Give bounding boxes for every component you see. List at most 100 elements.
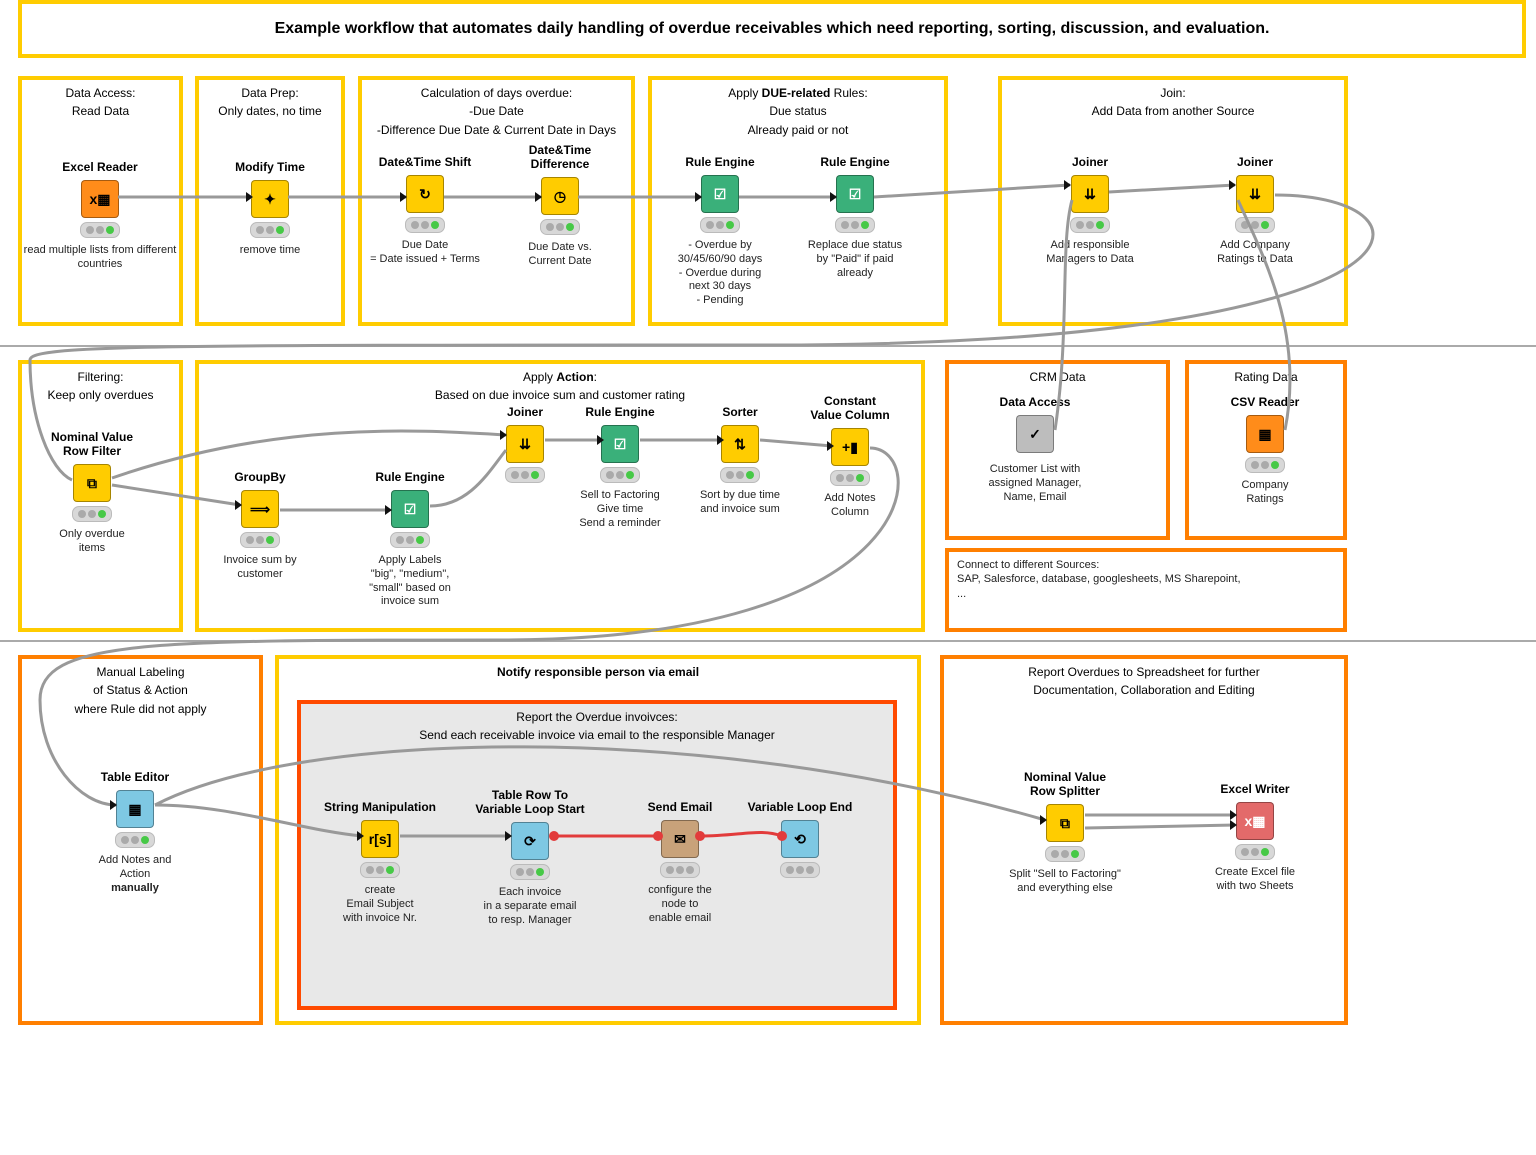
node-csv-reader[interactable]: CSV Reader ▦ Company Ratings — [1185, 395, 1345, 507]
traffic-light — [240, 532, 280, 548]
node-desc: Apply Labels "big", "medium", "small" ba… — [330, 554, 490, 609]
zone-title: Read Data — [30, 104, 171, 118]
node-title: Joiner — [1010, 155, 1170, 169]
zone-title: Filtering: — [30, 370, 171, 384]
traffic-light — [1045, 846, 1085, 862]
node-rule-engine-3[interactable]: Rule Engine ☑ Apply Labels "big", "mediu… — [330, 470, 490, 609]
wrench-icon: ✦ — [251, 180, 289, 218]
clock-shift-icon: ↻ — [406, 175, 444, 213]
traffic-light — [115, 832, 155, 848]
zone-title: where Rule did not apply — [30, 702, 251, 716]
zone-title: Report Overdues to Spreadsheet for furth… — [952, 665, 1336, 679]
rule-icon: ☑ — [701, 175, 739, 213]
node-data-access[interactable]: Data Access ✓ Customer List with assigne… — [955, 395, 1115, 504]
node-desc: Invoice sum by customer — [180, 554, 340, 582]
arrow-icon — [357, 831, 364, 841]
zone-title: Apply Action: — [207, 370, 913, 384]
arrow-icon — [535, 192, 542, 202]
arrow-icon — [110, 800, 117, 810]
clock-diff-icon: ◷ — [541, 177, 579, 215]
node-excel-writer[interactable]: Excel Writer x▦ Create Excel file with t… — [1175, 782, 1335, 894]
node-joiner-1[interactable]: Joiner ⇊ Add responsible Managers to Dat… — [1010, 155, 1170, 267]
join-icon: ⇊ — [1236, 175, 1274, 213]
node-constant-value-column[interactable]: Constant Value Column +▮ Add Notes Colum… — [770, 394, 930, 520]
addcol-icon: +▮ — [831, 428, 869, 466]
node-modify-time[interactable]: Modify Time ✦ remove time — [190, 160, 350, 258]
sources-note: Connect to different Sources: — [957, 558, 1335, 572]
join-icon: ⇊ — [1071, 175, 1109, 213]
page-title: Example workflow that automates daily ha… — [18, 0, 1526, 58]
node-joiner-2[interactable]: Joiner ⇊ Add Company Ratings to Data — [1175, 155, 1335, 267]
node-title: GroupBy — [180, 470, 340, 484]
arrow-icon — [500, 430, 507, 440]
zone-title: -Due Date — [370, 104, 623, 118]
node-rule-engine-2[interactable]: Rule Engine ☑ Replace due status by "Pai… — [775, 155, 935, 280]
arrow-icon — [1230, 820, 1237, 830]
zone-title: -Difference Due Date & Current Date in D… — [370, 123, 623, 137]
arrow-icon — [235, 500, 242, 510]
arrow-icon — [385, 505, 392, 515]
node-nominal-value-row-splitter[interactable]: Nominal Value Row Splitter ⧉ Split "Sell… — [985, 770, 1145, 896]
node-nominal-value-row-filter[interactable]: Nominal Value Row Filter ⧉ Only overdue … — [12, 430, 172, 556]
row-separator — [0, 345, 1536, 347]
node-desc: read multiple lists from different count… — [20, 244, 180, 272]
groupby-icon: ⟹ — [241, 490, 279, 528]
traffic-light — [80, 222, 120, 238]
zone-title: Only dates, no time — [207, 104, 333, 118]
traffic-light — [1235, 217, 1275, 233]
traffic-light — [405, 217, 445, 233]
node-datetime-diff[interactable]: Date&Time Difference ◷ Due Date vs. Curr… — [480, 143, 640, 269]
zone-title: Calculation of days overdue: — [370, 86, 623, 100]
node-variable-loop-end[interactable]: Variable Loop End ⟲ — [720, 800, 880, 884]
traffic-light — [1235, 844, 1275, 860]
node-desc: Due Date vs. Current Date — [480, 241, 640, 269]
join-icon: ⇊ — [506, 425, 544, 463]
zone-title: Notify responsible person via email — [287, 665, 909, 679]
node-desc: Customer List with assigned Manager, Nam… — [955, 463, 1115, 504]
node-title: Constant Value Column — [770, 394, 930, 422]
node-desc: Only overdue items — [12, 528, 172, 556]
excel-write-icon: x▦ — [1236, 802, 1274, 840]
node-excel-reader[interactable]: Excel Reader x▦ read multiple lists from… — [20, 160, 180, 272]
zone-title: Manual Labeling — [30, 665, 251, 679]
zone-title: Add Data from another Source — [1010, 104, 1336, 118]
traffic-light — [510, 864, 550, 880]
node-table-row-loop-start[interactable]: Table Row To Variable Loop Start ⟳ Each … — [450, 788, 610, 927]
workflow-canvas: Example workflow that automates daily ha… — [0, 0, 1536, 1155]
traffic-light — [250, 222, 290, 238]
traffic-light — [1245, 457, 1285, 473]
node-desc: Add Notes Column — [770, 492, 930, 520]
zone-title: Join: — [1010, 86, 1336, 100]
node-desc: Create Excel file with two Sheets — [1175, 866, 1335, 894]
zone-title: Keep only overdues — [30, 388, 171, 402]
node-string-manipulation[interactable]: String Manipulation r[s] create Email Su… — [300, 800, 460, 925]
zone-title: Data Prep: — [207, 86, 333, 100]
data-access-icon: ✓ — [1016, 415, 1054, 453]
sort-icon: ⇅ — [721, 425, 759, 463]
traffic-light — [360, 862, 400, 878]
node-title: CSV Reader — [1185, 395, 1345, 409]
node-desc: Each invoice in a separate email to resp… — [450, 886, 610, 927]
node-title: Date&Time Difference — [480, 143, 640, 171]
zone-title: Rating Data — [1197, 370, 1335, 384]
excel-icon: x▦ — [81, 180, 119, 218]
page-title-text: Example workflow that automates daily ha… — [275, 20, 1270, 38]
traffic-light — [505, 467, 545, 483]
loop-end-icon: ⟲ — [781, 820, 819, 858]
email-icon: ✉ — [661, 820, 699, 858]
node-desc: Replace due status by "Paid" if paid alr… — [775, 239, 935, 280]
arrow-icon — [1040, 815, 1047, 825]
csv-icon: ▦ — [1246, 415, 1284, 453]
node-title: Excel Writer — [1175, 782, 1335, 796]
node-table-editor[interactable]: Table Editor ▦ Add Notes andActionmanual… — [55, 770, 215, 895]
rule-icon: ☑ — [391, 490, 429, 528]
node-title: Table Row To Variable Loop Start — [450, 788, 610, 816]
traffic-light — [700, 217, 740, 233]
sources-note: ... — [957, 587, 1335, 601]
rule-icon: ☑ — [601, 425, 639, 463]
table-edit-icon: ▦ — [116, 790, 154, 828]
arrow-icon — [830, 192, 837, 202]
arrow-icon — [1064, 180, 1071, 190]
arrow-icon — [400, 192, 407, 202]
node-groupby[interactable]: GroupBy ⟹ Invoice sum by customer — [180, 470, 340, 582]
